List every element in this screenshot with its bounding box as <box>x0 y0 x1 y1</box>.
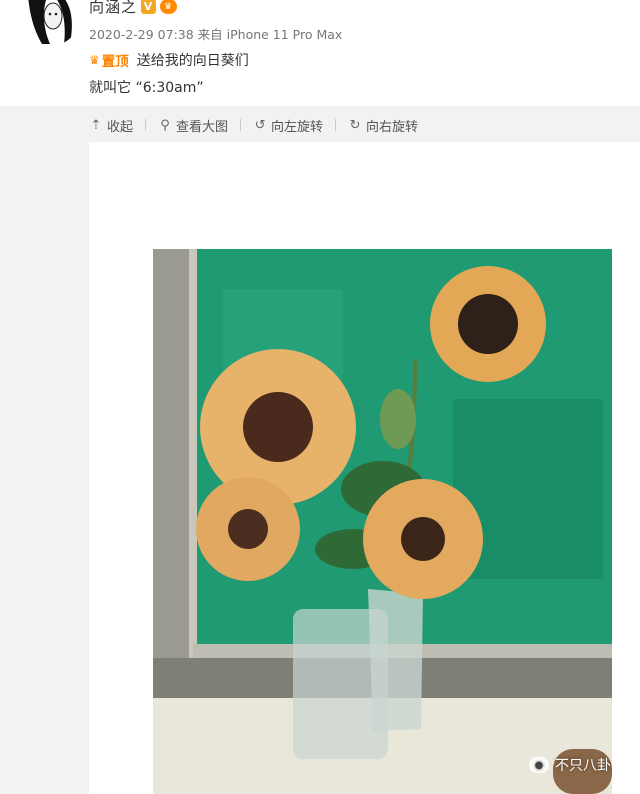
zoom-icon: ⚲ <box>160 117 170 133</box>
rotate-right-label: 向右旋转 <box>366 119 419 135</box>
post-image-area[interactable] <box>89 142 640 794</box>
username[interactable]: 向涵之 V ♛ <box>89 0 178 17</box>
post-card: 向涵之 V ♛ 2020-2-29 07:38 来自 iPhone 11 Pro… <box>0 0 640 106</box>
image-toolbar: ⇡ 收起 ⚲ 查看大图 ↺ 向左旋转 ↻ 向右旋转 <box>89 115 419 135</box>
username-text[interactable]: 向涵之 <box>89 0 137 17</box>
collapse-label: 收起 <box>107 119 134 135</box>
rotate-left-label: 向左旋转 <box>271 119 324 135</box>
post-text: 送给我的向日葵们 <box>136 53 249 69</box>
rotate-left-button[interactable]: ↺ 向左旋转 <box>253 116 323 135</box>
collapse-icon: ⇡ <box>90 117 102 133</box>
sunflower-painting[interactable] <box>153 249 612 794</box>
watermark-text: 不只八卦 <box>555 758 611 774</box>
collapse-button[interactable]: ⇡ 收起 <box>89 116 133 135</box>
view-large-label: 查看大图 <box>176 119 229 135</box>
post-text-line1: ♛ 置顶 送给我的向日葵们 <box>89 50 249 70</box>
rotate-right-icon: ↻ <box>349 117 361 133</box>
verified-badge-icon: V <box>141 0 157 14</box>
toolbar-divider <box>335 119 337 131</box>
view-large-button[interactable]: ⚲ 查看大图 <box>158 116 228 135</box>
post-text-line2: 就叫它 “6:30am” <box>89 80 204 96</box>
toolbar-divider <box>240 119 242 131</box>
pinned-label: 置顶 <box>101 54 129 70</box>
avatar[interactable] <box>20 0 80 46</box>
wechat-icon: ● <box>529 757 549 773</box>
watermark: ● 不只八卦 <box>529 755 611 775</box>
crown-icon: ♛ <box>160 0 178 14</box>
crown-icon: ♛ <box>89 53 100 67</box>
post-meta: 2020-2-29 07:38 来自 iPhone 11 Pro Max <box>89 27 343 42</box>
toolbar-divider <box>145 119 147 131</box>
rotate-left-icon: ↺ <box>254 117 266 133</box>
rotate-right-button[interactable]: ↻ 向右旋转 <box>348 116 418 135</box>
pinned-tag: ♛ 置顶 <box>89 50 129 70</box>
